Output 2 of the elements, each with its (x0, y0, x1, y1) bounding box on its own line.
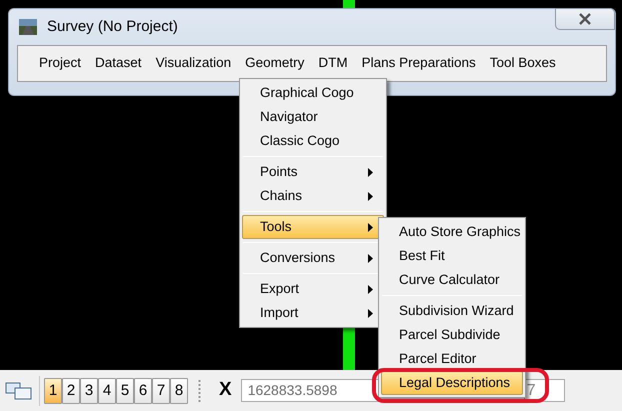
x-label: X (219, 378, 232, 402)
window-title: Survey (No Project) (47, 16, 178, 37)
